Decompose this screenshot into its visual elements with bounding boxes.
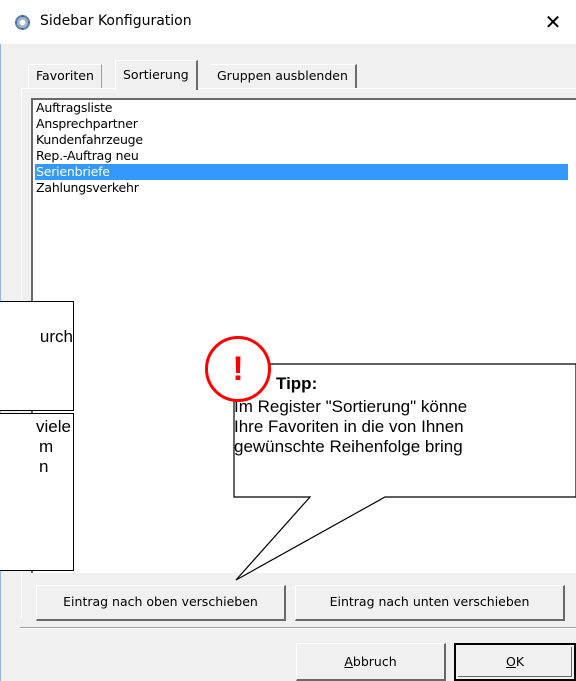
callout-line: n xyxy=(39,457,49,476)
close-icon: ✕ xyxy=(544,10,562,34)
ok-label-wrap: OK xyxy=(456,645,574,678)
tip-text-line: Im Register "Sortierung" könne xyxy=(234,397,468,416)
cancel-button[interactable]: Abbruch xyxy=(296,643,446,681)
warning-icon-glyph: ! xyxy=(232,350,244,388)
close-button[interactable]: ✕ xyxy=(530,2,576,42)
callout-line: viele xyxy=(36,417,71,436)
favorites-order-list[interactable]: Auftragsliste Ansprechpartner Kundenfahr… xyxy=(31,98,576,573)
title-bar: Sidebar Konfiguration ✕ xyxy=(0,0,576,44)
window-title: Sidebar Konfiguration xyxy=(40,13,192,29)
callout-left-top-text: urch xyxy=(39,327,73,346)
tip-balloon: Tipp: Im Register "Sortierung" könne Ihr… xyxy=(234,364,576,497)
tab-sortierung[interactable]: Sortierung xyxy=(115,60,198,90)
tab-label: Favoriten xyxy=(36,68,94,83)
list-item[interactable]: Zahlungsverkehr xyxy=(35,180,139,196)
callout-line: m xyxy=(39,437,54,456)
callout-left-bottom: viele m n xyxy=(0,413,74,571)
move-down-button[interactable]: Eintrag nach unten verschieben xyxy=(295,585,565,621)
gear-icon xyxy=(14,14,31,31)
move-up-button[interactable]: Eintrag nach oben verschieben xyxy=(36,585,286,621)
tab-gruppen-ausblenden[interactable]: Gruppen ausblenden xyxy=(210,64,357,88)
warning-icon: ! xyxy=(205,336,271,402)
tip-text-line: Ihre Favoriten in die von Ihnen xyxy=(234,417,464,436)
list-item[interactable]: Auftragsliste xyxy=(35,100,112,116)
ok-button[interactable]: OK xyxy=(454,643,576,681)
list-item[interactable]: Rep.-Auftrag neu xyxy=(35,148,139,164)
tab-label: Sortierung xyxy=(123,67,189,82)
ok-label: K xyxy=(515,654,525,669)
ok-mnemonic: O xyxy=(505,654,516,669)
list-item[interactable]: Ansprechpartner xyxy=(35,116,138,132)
cancel-label: bbruch xyxy=(352,654,397,669)
tab-label: Gruppen ausblenden xyxy=(217,68,348,83)
cancel-mnemonic: A xyxy=(344,654,353,669)
list-item[interactable]: Kundenfahrzeuge xyxy=(35,132,143,148)
tab-favoriten[interactable]: Favoriten xyxy=(28,64,102,88)
tip-text-line: gewünschte Reihenfolge bring xyxy=(234,437,463,456)
callout-left-top: urch xyxy=(0,301,74,411)
list-item-selected[interactable]: Serienbriefe xyxy=(35,164,568,180)
footer-divider xyxy=(20,627,576,629)
tip-title: Tipp: xyxy=(276,374,318,393)
